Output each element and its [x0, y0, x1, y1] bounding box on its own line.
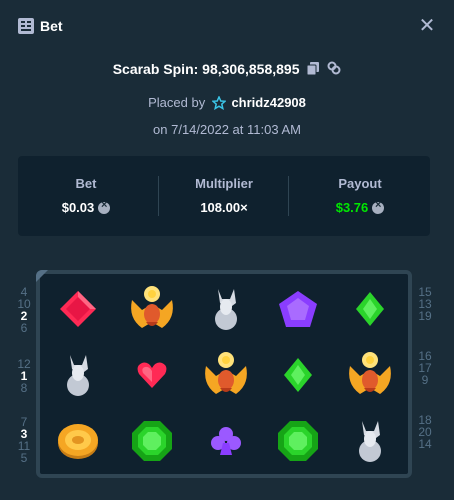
payline-number: 8	[20, 381, 28, 395]
symbol-heart-icon	[120, 344, 184, 406]
symbol-wolf-icon	[46, 344, 110, 406]
multiplier-label: Multiplier	[195, 176, 253, 191]
bet-date: on 7/14/2022 at 11:03 AM	[153, 122, 301, 137]
symbol-emerald-small-icon	[266, 344, 330, 406]
spin-label: Scarab Spin: 98,306,858,895	[112, 61, 300, 77]
payline-number: 9	[421, 373, 429, 387]
vip-star-icon	[210, 95, 227, 114]
spin-id: Scarab Spin: 98,306,858,895	[0, 60, 454, 78]
placed-prefix: Placed by	[148, 95, 206, 110]
payline-number: 14	[418, 437, 432, 451]
symbol-wolf-icon	[194, 278, 258, 340]
placed-by: Placed by chridz42908	[0, 95, 454, 114]
symbol-scarab-icon	[120, 278, 184, 340]
bet-value: $0.03	[18, 199, 154, 215]
bet-label: Bet	[75, 176, 97, 191]
payline-number: 19	[418, 309, 432, 323]
payout-label: Payout	[338, 176, 382, 191]
left-paylines-row-2: 12 1 8	[13, 358, 35, 394]
payout-stat: Payout $3.76	[292, 156, 428, 236]
multiplier-value: 108.00×	[200, 200, 248, 215]
currency-icon	[372, 199, 385, 214]
username-link[interactable]: chridz42908	[231, 95, 305, 110]
modal-title: Bet	[40, 18, 63, 34]
payline-number: 5	[20, 451, 28, 465]
payline-number: 6	[20, 321, 28, 335]
bet-stats-panel: Bet $0.03 Multiplier 108.00× Payout $3.7…	[18, 156, 430, 236]
divider	[288, 176, 289, 216]
right-paylines-row-3: 18 20 14	[414, 414, 436, 450]
symbol-scarab-icon	[338, 344, 402, 406]
symbol-ruby-icon	[46, 278, 110, 340]
right-paylines-row-1: 15 13 19	[414, 286, 436, 322]
currency-icon	[98, 199, 111, 214]
modal-header: Bet ✕	[0, 0, 454, 52]
symbol-coin-icon	[46, 410, 110, 472]
left-paylines-row-1: 4 10 2 6	[13, 286, 35, 334]
symbol-scarab-icon	[194, 344, 258, 406]
symbol-club-icon	[194, 410, 258, 472]
left-paylines-row-3: 7 3 11 5	[13, 416, 35, 464]
symbol-emerald-icon	[120, 410, 184, 472]
close-icon[interactable]: ✕	[418, 16, 436, 36]
multiplier-stat: Multiplier 108.00×	[156, 156, 292, 236]
payout-value: $3.76	[292, 199, 428, 215]
symbol-emerald-icon	[266, 410, 330, 472]
bet-slip-icon	[18, 18, 34, 34]
symbol-amethyst-icon	[266, 278, 330, 340]
bet-stat: Bet $0.03	[18, 156, 154, 236]
link-icon[interactable]	[327, 61, 341, 79]
right-paylines-row-2: 16 17 9	[414, 350, 436, 386]
symbol-emerald-small-icon	[338, 278, 402, 340]
symbol-wolf-icon	[338, 410, 402, 472]
copy-icon[interactable]	[306, 61, 320, 79]
